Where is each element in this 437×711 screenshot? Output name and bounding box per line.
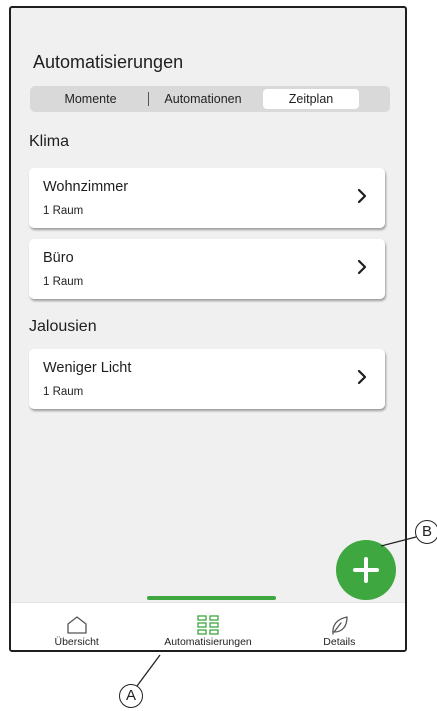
callout-a: A (119, 684, 143, 708)
callout-b: B (415, 520, 437, 544)
callout-lines (136, 536, 417, 687)
